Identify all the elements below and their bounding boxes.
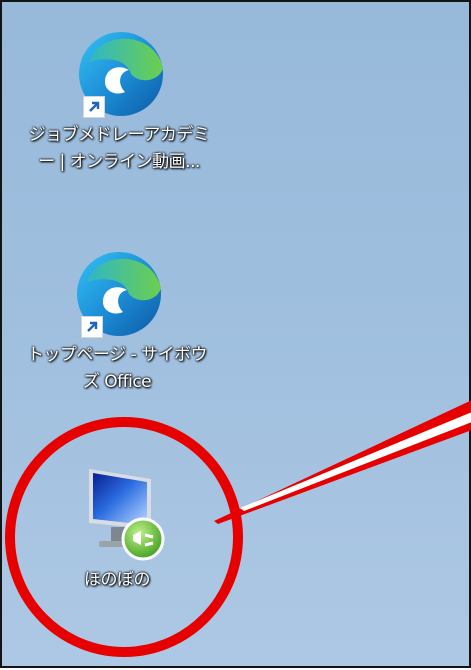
desktop: ジョブメドレーアカデミ ー | オンライン動画... トップページ - サイボウ…: [0, 0, 471, 668]
shortcut-arrow-icon: [81, 316, 103, 338]
icon-label-line1: トップページ - サイボウ: [26, 345, 208, 365]
icon-label-line1: ジョブメドレーアカデミ: [28, 125, 210, 145]
icon-label: ほのぼの: [84, 570, 151, 590]
icon-label-line2: ズ Office: [82, 372, 152, 392]
edge-browser-icon: [69, 22, 169, 122]
icon-label-line2: ー | オンライン動画...: [38, 152, 200, 172]
shortcut-arrow-icon: [83, 96, 105, 118]
desktop-icon-jobmedley[interactable]: ジョブメドレーアカデミ ー | オンライン動画...: [4, 22, 234, 176]
desktop-icon-honobono[interactable]: ほのぼの: [2, 457, 232, 594]
desktop-icon-cybozu[interactable]: トップページ - サイボウ ズ Office: [2, 242, 232, 396]
callout-pointer: [214, 400, 471, 524]
edge-browser-icon: [67, 242, 167, 342]
remote-desktop-icon: [57, 457, 177, 567]
